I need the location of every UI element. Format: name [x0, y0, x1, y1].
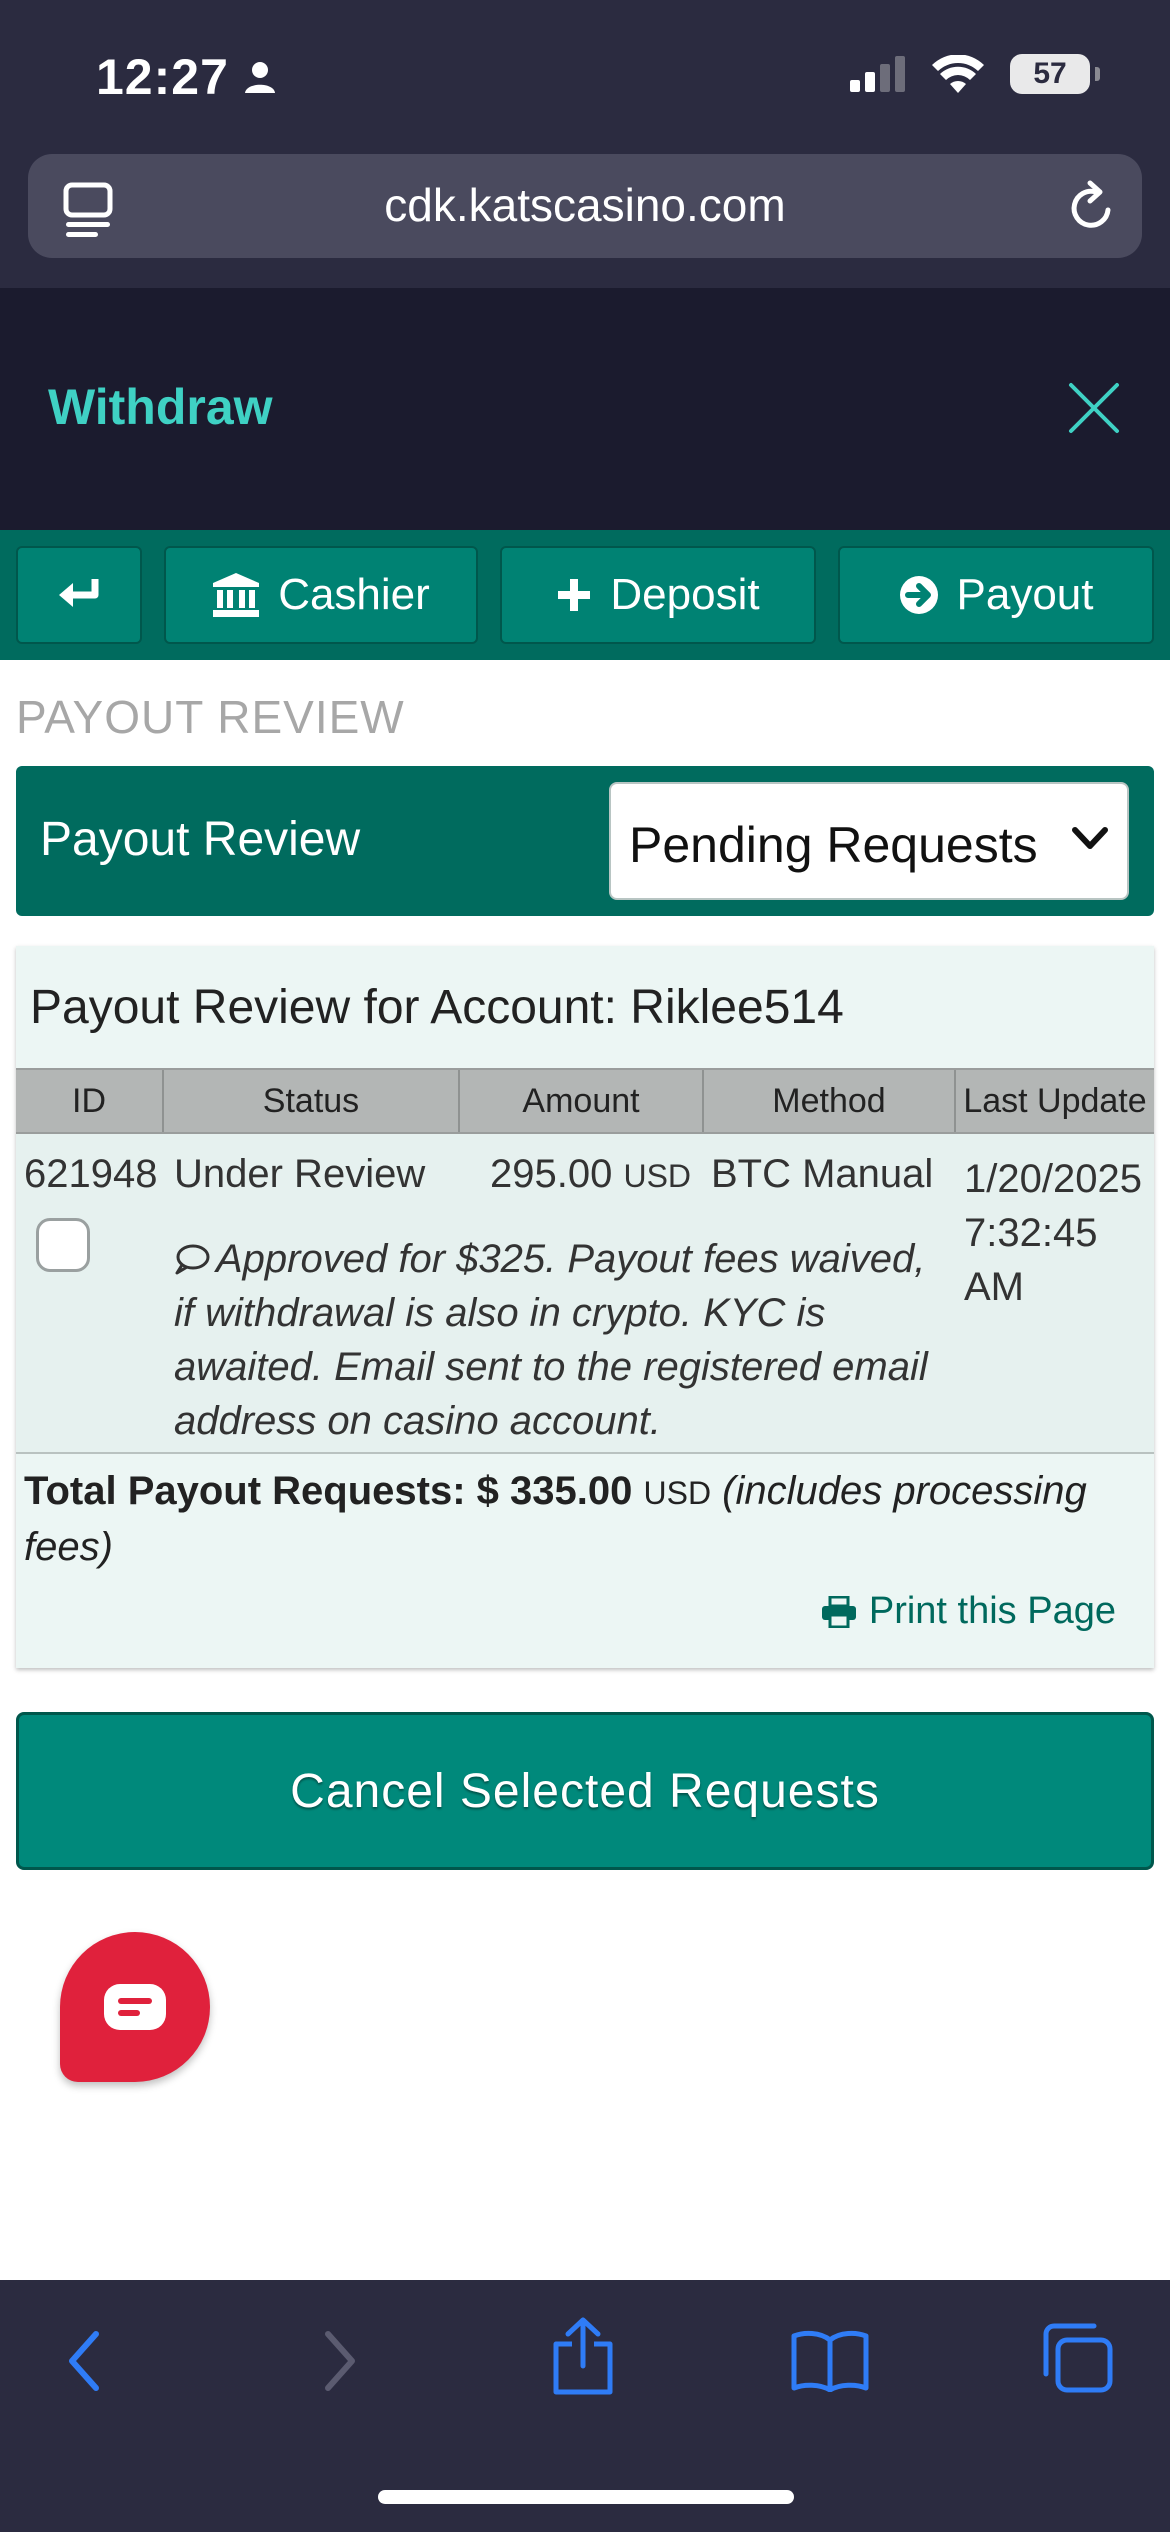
comment-icon	[175, 1244, 210, 1275]
column-header-method: Method	[704, 1070, 956, 1132]
section-heading: PAYOUT REVIEW	[16, 691, 405, 743]
tabs-icon[interactable]	[1040, 2322, 1114, 2394]
bank-icon	[213, 573, 260, 617]
cashier-button[interactable]: Cashier	[164, 546, 478, 644]
request-status: Under Review	[174, 1152, 426, 1196]
column-header-last-update: Last Update	[963, 1082, 1147, 1120]
chat-button[interactable]	[60, 1932, 210, 2082]
payout-label: Payout	[956, 570, 1094, 619]
deposit-button[interactable]: Deposit	[500, 546, 816, 644]
panel-title: Payout Review for Account: Riklee514	[30, 981, 844, 1034]
select-request-checkbox[interactable]	[36, 1218, 90, 1272]
signal-icon	[850, 56, 905, 92]
request-filter-value: Pending Requests	[629, 817, 1038, 873]
cashier-label: Cashier	[278, 570, 430, 619]
chat-icon	[104, 1984, 166, 2030]
request-amount: 295.00 USD	[490, 1152, 691, 1197]
status-time: 12:27	[96, 48, 277, 106]
column-header-amount: Amount	[460, 1070, 704, 1132]
last-update-date: 1/20/2025	[964, 1157, 1142, 1201]
request-id: 621948	[24, 1152, 158, 1196]
person-icon	[244, 62, 275, 93]
column-header-id: ID	[16, 1070, 164, 1132]
amount-value: 295.00	[490, 1152, 613, 1196]
close-icon[interactable]	[1068, 382, 1120, 434]
return-arrow-icon	[59, 579, 99, 607]
request-note: Approved for $325. Payout fees waived, i…	[174, 1232, 954, 1448]
total-payout-requests: Total Payout Requests: $ 335.00 USD (inc…	[24, 1464, 1134, 1574]
share-icon[interactable]	[548, 2316, 618, 2396]
last-update-time: 7:32:45	[964, 1211, 1098, 1255]
payout-review-panel: Payout Review for Account: Riklee514 ID …	[16, 946, 1154, 1668]
amount-currency: USD	[623, 1158, 692, 1194]
request-last-update: 1/20/2025 7:32:45 AM	[964, 1152, 1142, 1314]
cancel-selected-requests-button[interactable]: Cancel Selected Requests	[16, 1712, 1154, 1870]
withdraw-header: Withdraw	[0, 288, 1170, 530]
home-indicator	[378, 2490, 794, 2504]
column-header-status: Status	[164, 1070, 460, 1132]
payout-review-title: Payout Review	[40, 813, 361, 866]
chevron-down-icon	[1072, 827, 1108, 849]
url-bar[interactable]: cdk.katscasino.com	[28, 154, 1142, 258]
back-arrow-icon[interactable]	[62, 2326, 108, 2396]
note-text: Approved for $325. Payout fees waived, i…	[174, 1237, 928, 1443]
request-filter-select[interactable]: Pending Requests	[609, 782, 1129, 900]
battery-icon: 57	[1010, 54, 1100, 94]
table-row: 621948 Under Review 295.00 USD BTC Manua…	[16, 1134, 1154, 1454]
cashier-nav: Cashier Deposit Payout	[0, 530, 1170, 660]
wifi-icon	[932, 55, 984, 93]
deposit-label: Deposit	[610, 570, 760, 619]
status-icons: 57	[850, 54, 1100, 94]
print-label: Print this Page	[868, 1590, 1116, 1632]
clock: 12:27	[96, 49, 229, 105]
forward-arrow-icon[interactable]	[316, 2326, 362, 2396]
arrow-circle-right-icon	[899, 576, 938, 614]
status-bar: 12:27 57	[0, 0, 1170, 150]
browser-toolbar: cdk.katscasino.com	[0, 150, 1170, 288]
plus-icon	[558, 579, 591, 611]
page-title: Withdraw	[48, 379, 273, 435]
total-label: Total Payout Requests: $ 335.00	[24, 1469, 633, 1513]
payout-review-bar: Payout Review Pending Requests	[16, 766, 1154, 916]
back-button[interactable]	[16, 546, 142, 644]
reload-icon[interactable]	[1066, 180, 1118, 234]
bookmarks-icon[interactable]	[790, 2328, 870, 2392]
print-page-link[interactable]: Print this Page	[821, 1590, 1116, 1633]
url-text[interactable]: cdk.katscasino.com	[28, 178, 1142, 232]
total-currency: USD	[643, 1475, 712, 1511]
printer-icon	[821, 1595, 856, 1628]
battery-level: 57	[1033, 57, 1067, 90]
table-header: ID Status Amount Method Last Update	[16, 1068, 1154, 1134]
request-method: BTC Manual	[711, 1152, 934, 1196]
payout-button[interactable]: Payout	[838, 546, 1154, 644]
last-update-ampm: AM	[964, 1265, 1024, 1309]
